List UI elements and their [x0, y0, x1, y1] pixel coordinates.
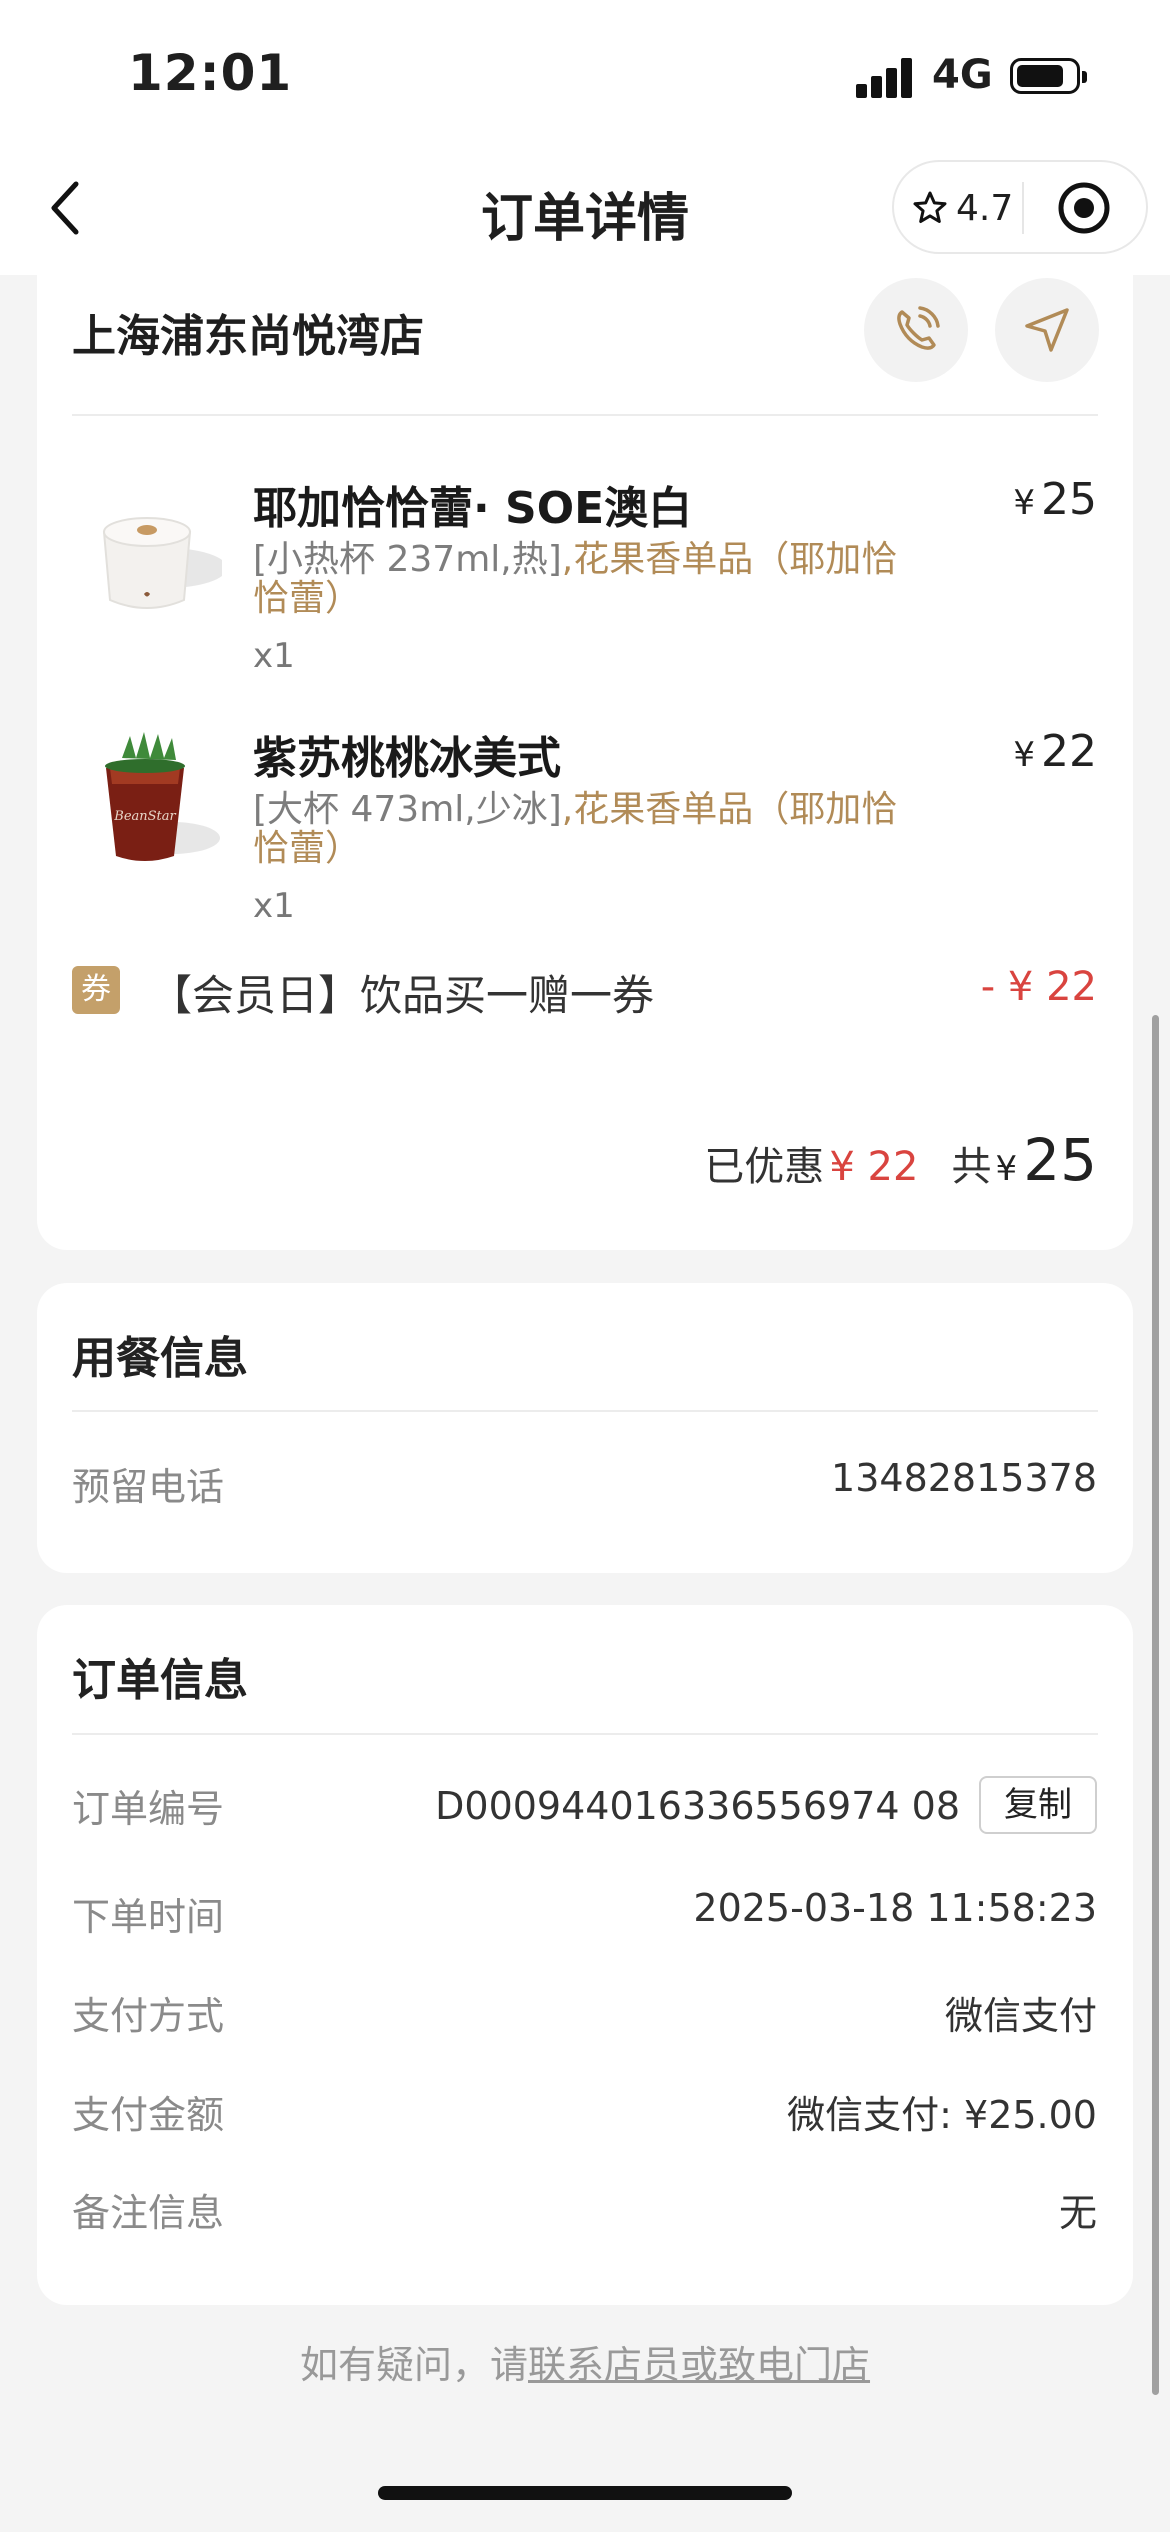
rating-value[interactable]: 4.7: [956, 188, 1013, 229]
store-name: 上海浦东尚悦湾店: [72, 311, 424, 362]
note-value: 无: [1058, 2191, 1097, 2235]
currency-symbol: ¥: [1013, 735, 1035, 775]
discount-label: 已优惠: [704, 1144, 825, 1190]
product-spec: [大杯 473ml,少冰],花果香单品（耶加恰恰蕾）: [253, 790, 913, 868]
contact-store-link[interactable]: 联系店员或致电门店: [528, 2343, 870, 2387]
star-icon[interactable]: [912, 190, 948, 226]
total-value: 25: [1023, 1126, 1097, 1194]
target-icon[interactable]: [1056, 180, 1112, 236]
product-price-value: 22: [1041, 726, 1097, 777]
order-time-label: 下单时间: [72, 1895, 225, 1939]
svg-text:BeanStar: BeanStar: [113, 809, 176, 824]
coupon-name: 【会员日】饮品买一赠一券: [150, 971, 655, 1020]
battery-icon: [1010, 58, 1087, 94]
store-divider: [72, 414, 1098, 416]
call-store-button[interactable]: [864, 278, 968, 382]
product-price: ¥22: [1013, 726, 1097, 777]
product-quantity: x1: [253, 886, 295, 926]
status-bar: 12:01 4G: [0, 0, 1170, 150]
product-spec-size: [小热杯 237ml,热]: [253, 539, 562, 580]
mini-program-capsule: 4.7: [892, 160, 1148, 254]
order-id-value: D000944016336556974 08: [435, 1784, 960, 1828]
network-type: 4G: [932, 52, 993, 98]
scrollbar[interactable]: [1152, 1015, 1159, 2395]
coupon-discount: - ¥ 22: [980, 964, 1097, 1010]
phone-value: 13482815378: [831, 1456, 1097, 1500]
phone-label: 预留电话: [72, 1465, 225, 1509]
order-id-label: 订单编号: [72, 1787, 225, 1831]
total-currency: ¥: [995, 1149, 1018, 1189]
dining-divider: [72, 1410, 1098, 1412]
order-divider: [72, 1733, 1098, 1735]
order-summary: 已优惠 ¥ 22 共 ¥25: [704, 1126, 1097, 1194]
pay-method-value: 微信支付: [944, 1994, 1097, 2038]
order-info-title: 订单信息: [72, 1655, 248, 1706]
total-label: 共: [951, 1144, 992, 1190]
product-image-iced-americano: BeanStar: [105, 732, 220, 861]
product-price: ¥25: [1013, 474, 1097, 525]
copy-order-id-button[interactable]: 复制: [979, 1776, 1097, 1834]
note-label: 备注信息: [72, 2191, 225, 2235]
order-time-value: 2025-03-18 11:58:23: [693, 1886, 1097, 1930]
product-price-value: 25: [1041, 474, 1097, 525]
product-spec-size: [大杯 473ml,少冰]: [253, 789, 562, 830]
product-name: 耶加恰恰蕾· SOE澳白: [253, 483, 693, 534]
home-indicator: [378, 2486, 792, 2500]
help-text: 如有疑问，请联系店员或致电门店: [0, 2334, 1170, 2389]
phone-icon: [897, 306, 940, 350]
pay-method-label: 支付方式: [72, 1994, 225, 2038]
product-image-latte: [102, 517, 222, 609]
product-spec: [小热杯 237ml,热],花果香单品（耶加恰恰蕾）: [253, 540, 913, 618]
help-prefix: 如有疑问，请: [299, 2343, 528, 2387]
pay-amount-value: 微信支付: ¥25.00: [787, 2093, 1097, 2137]
product-name: 紫苏桃桃冰美式: [253, 733, 561, 784]
signal-icon: [856, 58, 916, 98]
navigate-store-button[interactable]: [995, 278, 1099, 382]
discount-value: ¥ 22: [829, 1144, 919, 1190]
nav-bar: 订单详情 4.7: [0, 150, 1170, 275]
pay-amount-label: 支付金额: [72, 2093, 225, 2137]
navigation-arrow-icon: [1025, 308, 1069, 352]
currency-symbol: ¥: [1013, 483, 1035, 523]
status-time: 12:01: [128, 44, 293, 102]
capsule-divider: [1022, 182, 1024, 234]
coupon-badge: 券: [72, 966, 120, 1014]
dining-info-title: 用餐信息: [72, 1333, 248, 1384]
product-quantity: x1: [253, 636, 295, 676]
